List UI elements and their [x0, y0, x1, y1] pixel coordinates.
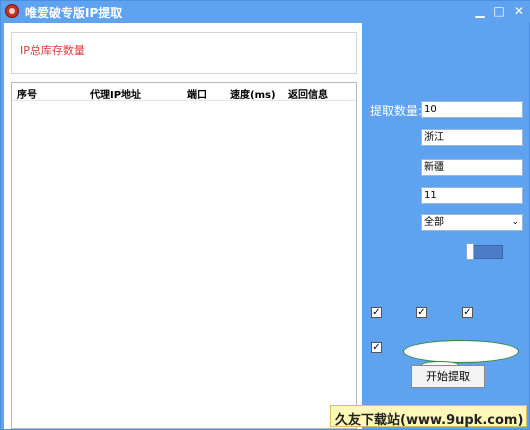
- proxy-list[interactable]: 序号 代理IP地址 端口 速度(ms) 返回信息: [11, 82, 357, 429]
- column-header-port[interactable]: 端口: [187, 86, 207, 101]
- tooltip-bubble: [403, 340, 519, 363]
- window-title: 唯爱破专版IP提取: [25, 6, 123, 20]
- close-icon[interactable]: ✕: [510, 3, 528, 19]
- count-input[interactable]: 10: [421, 101, 523, 118]
- slider-thumb[interactable]: [466, 243, 474, 260]
- column-header-speed[interactable]: 速度(ms): [230, 86, 276, 101]
- column-header-ip[interactable]: 代理IP地址: [90, 86, 141, 101]
- province-input[interactable]: 浙江: [421, 129, 523, 146]
- chevron-down-icon: ⌄: [511, 217, 519, 227]
- app-window: 唯爱破专版IP提取 ▁ □ ✕ IP总库存数量 序号 代理IP地址 端口 速度(…: [0, 0, 530, 430]
- column-header-response[interactable]: 返回信息: [288, 86, 328, 101]
- watermark-text: 久友下载站(www.9upk.com): [335, 413, 524, 428]
- type-select[interactable]: 全部 ⌄: [421, 214, 523, 231]
- list-header: 序号 代理IP地址 端口 速度(ms) 返回信息: [12, 83, 356, 101]
- number-input[interactable]: 11: [421, 187, 523, 204]
- stock-label: IP总库存数量: [20, 44, 85, 57]
- start-extract-button[interactable]: 开始提取: [411, 365, 485, 388]
- title-bar: 唯爱破专版IP提取 ▁ □ ✕: [1, 1, 530, 22]
- site-watermark: 久友下载站(www.9upk.com): [330, 405, 527, 428]
- count-label: 提取数量:: [370, 104, 423, 118]
- checkbox-2[interactable]: ✓: [416, 307, 427, 318]
- type-select-value: 全部: [424, 217, 444, 228]
- column-header-index[interactable]: 序号: [17, 86, 37, 101]
- checkbox-1[interactable]: ✓: [371, 307, 382, 318]
- stock-box: IP总库存数量: [11, 32, 357, 74]
- checkbox-4[interactable]: ✓: [371, 342, 382, 353]
- maximize-icon[interactable]: □: [490, 3, 508, 19]
- checkbox-3[interactable]: ✓: [462, 307, 473, 318]
- left-pane: IP总库存数量 序号 代理IP地址 端口 速度(ms) 返回信息: [4, 23, 362, 429]
- region-input[interactable]: 新疆: [421, 159, 523, 176]
- minimize-icon[interactable]: ▁: [471, 3, 489, 19]
- app-icon: [5, 4, 19, 18]
